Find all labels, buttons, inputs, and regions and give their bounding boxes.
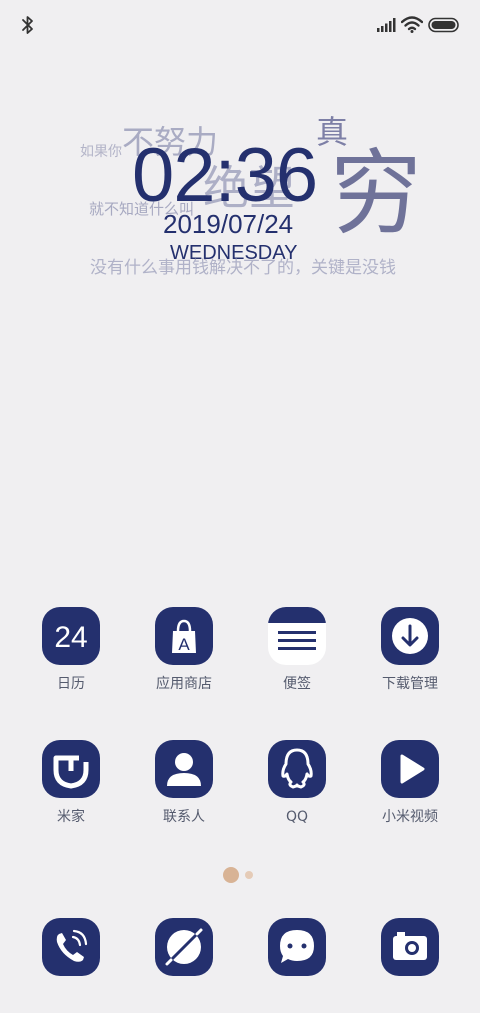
deco-text-small: 如果你 [80,144,122,160]
mijia-icon [42,740,100,798]
app-download-manager[interactable]: 下载管理 [360,607,460,693]
calendar-icon: 24 [42,607,100,665]
clock-time: 02:36 [132,133,318,218]
app-label: 小米视频 [382,809,438,825]
app-mijia[interactable]: 米家 [21,740,121,826]
calendar-day-number: 24 [54,621,87,654]
app-calendar[interactable]: 24 日历 [21,607,121,693]
app-label: 便签 [283,676,311,692]
qq-icon [268,740,326,798]
signal-icon [377,18,396,32]
page-indicator[interactable] [223,867,263,883]
notes-icon [268,607,326,665]
app-mi-video[interactable]: 小米视频 [360,740,460,826]
dock-messages[interactable] [247,918,347,976]
svg-text:A: A [178,635,190,654]
app-label: 联系人 [163,809,205,825]
phone-icon [42,918,100,976]
dock-camera[interactable] [360,918,460,976]
app-qq[interactable]: QQ [247,740,347,826]
app-label: 应用商店 [156,676,212,692]
status-bar [0,0,480,50]
app-store-icon: A [155,607,213,665]
messages-icon [268,918,326,976]
app-app-store[interactable]: A 应用商店 [134,607,234,693]
app-label: 下载管理 [382,676,438,692]
app-label: 日历 [57,676,85,692]
dock-browser[interactable] [134,918,234,976]
camera-icon [381,918,439,976]
app-notes[interactable]: 便签 [247,607,347,693]
dock-phone[interactable] [21,918,121,976]
deco-text-qiong: 穷 [330,140,423,247]
app-label: QQ [285,809,309,825]
wifi-icon [401,16,423,33]
deco-text-line3: 没有什么事用钱解决不了的，关键是没钱 [90,258,396,278]
app-label: 米家 [57,809,85,825]
bluetooth-icon [22,16,33,34]
video-play-icon [381,740,439,798]
page-dot[interactable] [245,871,253,879]
battery-icon [428,17,459,33]
download-icon [381,607,439,665]
contacts-icon [155,740,213,798]
page-dot-active[interactable] [223,867,239,883]
browser-icon [155,918,213,976]
app-contacts[interactable]: 联系人 [134,740,234,826]
clock-date: 2019/07/24 [163,209,294,239]
